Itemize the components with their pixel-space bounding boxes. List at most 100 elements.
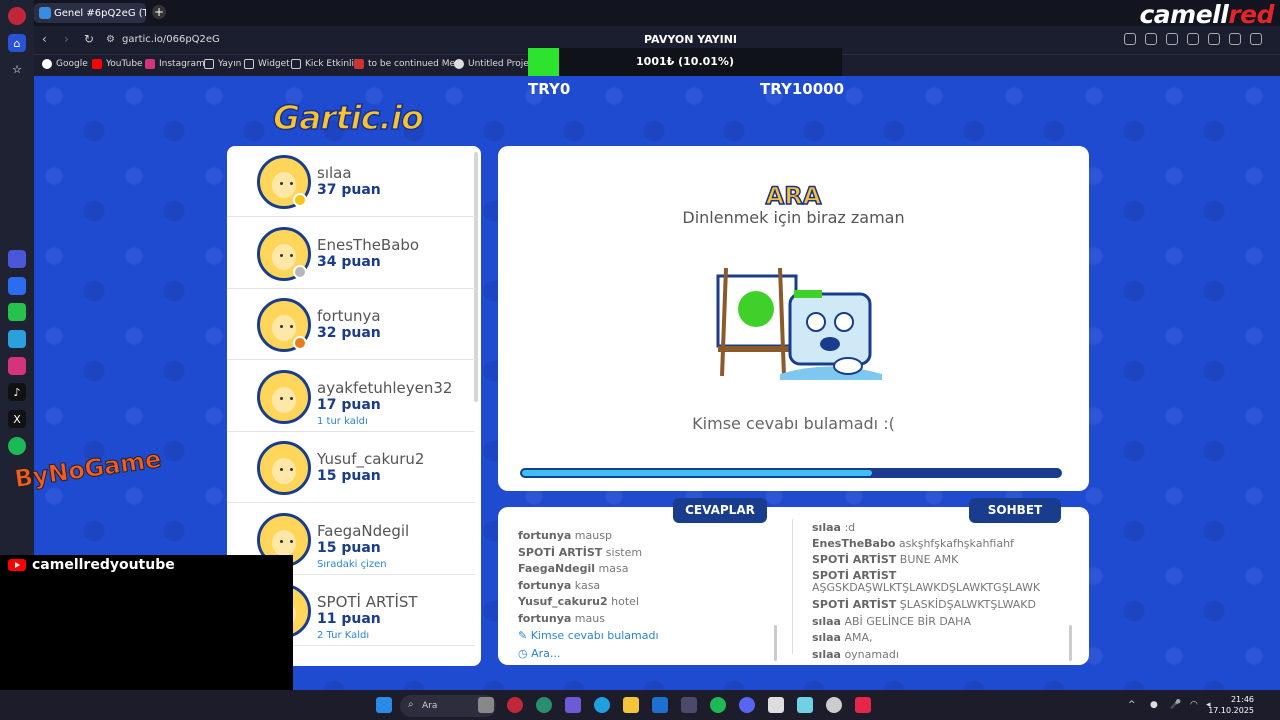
spotify-icon[interactable] [8,437,26,455]
avatar-face [272,458,296,484]
edit-icon[interactable] [1124,33,1136,45]
clock-icon: ◷ [518,647,528,660]
forward-icon[interactable]: › [64,32,69,46]
site-info-icon[interactable]: ⚙ [106,34,115,45]
avatar-eye [290,253,293,257]
notepad-icon[interactable] [797,697,813,713]
youtube-icon [92,59,102,69]
avatar-eye [290,396,293,400]
player-note: Sıradaki çizen [317,558,387,570]
bookmark-widget[interactable]: Widget [244,59,290,69]
player-row[interactable]: fortunya 32 puan [227,289,475,360]
play-icon[interactable] [1187,33,1199,45]
tray-app-icon[interactable]: ● [1150,700,1158,710]
player-name: ayakfetuhleyen32 [317,378,453,397]
camera-icon[interactable] [1145,33,1157,45]
mic-icon[interactable]: 🎤 [1170,700,1181,710]
bookmark-label: Google [56,59,88,69]
discord-icon[interactable] [739,697,755,713]
tiktok-icon[interactable]: ♪ [8,383,26,401]
download-icon[interactable] [1229,33,1241,45]
donation-goal-bar: 1001₺ (10.01%) [528,48,842,76]
browser-tab[interactable]: Genel #6pQ2eG (Türk [34,3,146,23]
bookmark-yayin[interactable]: Yayın [204,59,241,69]
shield-icon[interactable] [1166,33,1178,45]
chat-text: AŞGSKDAŞWLKTŞLAWKDŞLAWKTGŞLAWK [812,581,1041,594]
app-icon[interactable] [681,697,697,713]
back-icon[interactable]: ‹ [42,32,47,46]
answer-text: sistem [605,545,643,559]
chat-scrollbar[interactable] [1069,625,1072,661]
edge-icon[interactable] [594,697,610,713]
telegram-icon[interactable] [8,330,26,348]
opera-logo-icon[interactable] [8,7,26,25]
m365-icon[interactable] [565,697,581,713]
answer-user: fortunya [518,529,572,542]
search-icon: ⌕ [408,699,414,710]
player-row[interactable]: EnesTheBabo 34 puan [227,218,475,289]
donation-amount: 1001₺ (10.01%) [636,55,734,68]
task-view-icon[interactable] [478,697,494,713]
outlook-icon[interactable] [652,697,668,713]
webcam-overlay: camellredyoutube [0,555,293,690]
player-row[interactable]: ayakfetuhleyen32 17 puan 1 tur kaldı [227,361,475,432]
status-message: Kimse cevabı bulamadı :( [692,414,895,433]
chat-message: sılaa ABİ GELİNCE BİR DAHA [812,615,971,628]
bookmark-google[interactable]: Google [42,59,88,69]
chat-user: sılaa [812,648,841,661]
folder-icon [244,59,254,69]
app-icon[interactable] [855,697,871,713]
tray-chevron-icon[interactable]: ^ [1128,700,1136,710]
player-note: 2 Tur Kaldı [317,630,370,641]
opera-taskbar-icon[interactable] [507,697,523,713]
tab-answers[interactable]: CEVAPLAR [673,498,767,523]
chat-user: sılaa [812,631,841,644]
player-row[interactable]: sılaa 37 puan [227,146,475,217]
wifi-icon[interactable]: ◠ [1190,700,1198,710]
star-icon[interactable]: ☆ [8,60,26,78]
player-name: Yusuf_cakuru2 [317,450,425,468]
bookmark-kick[interactable]: Kick Etkinlik [291,59,359,69]
aria-icon[interactable] [8,250,26,268]
url-field[interactable]: gartic.io/066pQ2eG [122,34,220,45]
status-subtitle: Dinlenmek için biraz zaman [682,208,905,227]
new-tab-button[interactable]: + [152,5,166,19]
reload-icon[interactable]: ↻ [84,32,94,46]
clock-date: 17.10.2025 [1208,706,1254,715]
chat-user: SPOTİ ARTİST [812,553,897,566]
status-title: ARA [765,181,822,211]
app-icon[interactable] [826,697,842,713]
whatsapp-icon[interactable] [8,303,26,321]
logitech-icon[interactable] [768,697,784,713]
chat-text: AMA, [844,631,873,644]
bookmark-youtube[interactable]: YouTube [92,59,143,69]
answer-text: kasa [574,578,601,592]
bookmark-continued[interactable]: to be continued Me... [354,59,464,69]
instagram-icon[interactable] [8,357,26,375]
answers-scrollbar[interactable] [774,625,777,661]
folder-icon [291,59,301,69]
spotify-taskbar-icon[interactable] [710,697,726,713]
bookmark-instagram[interactable]: Instagram [145,59,205,69]
x-icon[interactable]: X [8,410,26,428]
profile-icon[interactable] [1250,33,1262,45]
app-taskbar-icon[interactable] [536,697,552,713]
donation-start: TRY0 [528,80,571,98]
tab-chat[interactable]: SOHBET [969,498,1061,523]
clock[interactable]: 21:46 17.10.2025 [1208,694,1254,716]
player-row[interactable]: Yusuf_cakuru2 15 puan [227,432,475,503]
messenger-icon[interactable] [8,277,26,295]
avatar-face [272,315,296,341]
windows-start-icon[interactable] [376,697,392,713]
file-explorer-icon[interactable] [623,697,639,713]
rank-badge-icon [293,264,307,279]
answer-item: SPOTİ ARTİST sistem [518,546,642,559]
player-score: 37 puan [317,182,381,198]
bookmark-favicon-icon [454,59,464,69]
avatar-eye [280,468,283,471]
folder-icon [204,59,214,69]
heart-icon[interactable] [1208,33,1220,45]
chat-message: sılaa oynamadı [812,648,899,661]
home-icon[interactable]: ⌂ [8,34,26,52]
player-avatar [257,369,311,424]
